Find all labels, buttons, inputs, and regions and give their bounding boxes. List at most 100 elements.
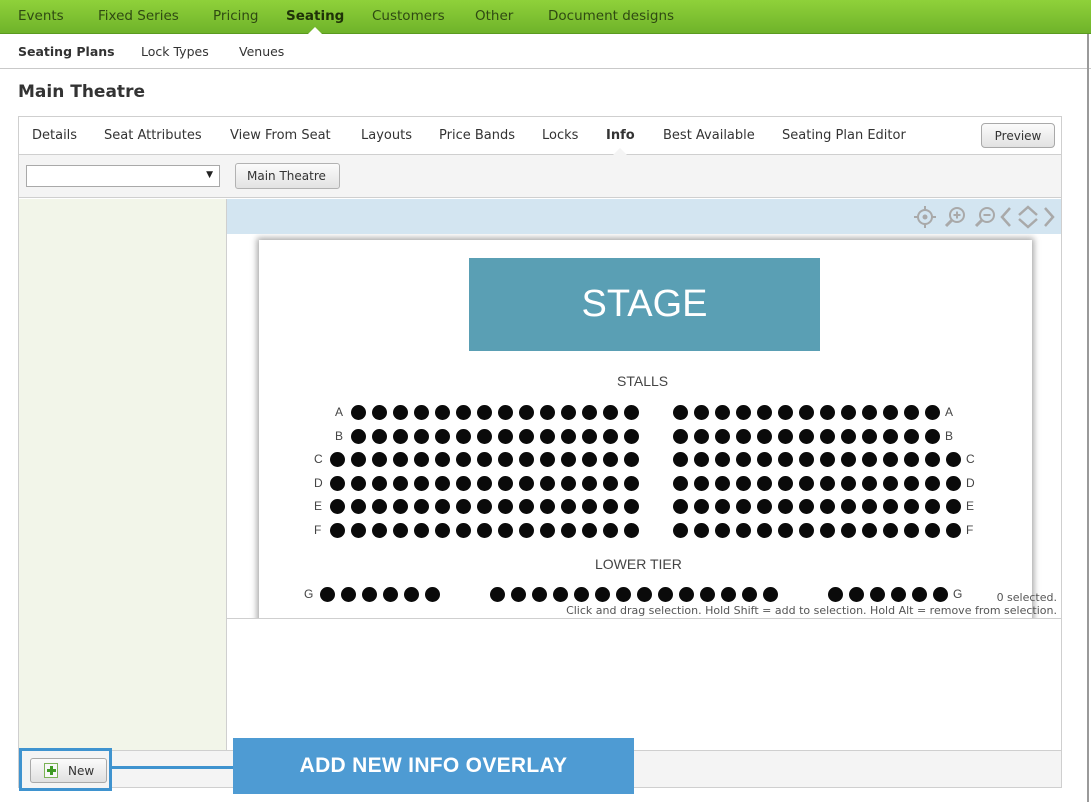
seat[interactable] bbox=[435, 523, 450, 538]
seat[interactable] bbox=[849, 587, 864, 602]
seat[interactable] bbox=[736, 499, 751, 515]
seat[interactable] bbox=[511, 587, 526, 602]
topnav-pricing[interactable]: Pricing bbox=[213, 8, 259, 24]
seat[interactable] bbox=[435, 405, 450, 420]
seat[interactable] bbox=[561, 523, 576, 538]
seat[interactable] bbox=[582, 428, 597, 444]
seat[interactable] bbox=[799, 452, 814, 468]
seat[interactable] bbox=[603, 523, 618, 538]
seat[interactable] bbox=[862, 475, 877, 491]
seat[interactable] bbox=[582, 499, 597, 515]
seat[interactable] bbox=[341, 587, 356, 602]
seat[interactable] bbox=[673, 499, 688, 515]
seat[interactable] bbox=[757, 405, 772, 420]
seat[interactable] bbox=[841, 405, 856, 420]
seat[interactable] bbox=[616, 587, 631, 602]
seat[interactable] bbox=[351, 428, 366, 444]
seat[interactable] bbox=[519, 405, 534, 420]
seat[interactable] bbox=[658, 587, 673, 602]
seat[interactable] bbox=[519, 452, 534, 468]
seat[interactable] bbox=[904, 499, 919, 515]
seat[interactable] bbox=[778, 452, 793, 468]
seat[interactable] bbox=[778, 499, 793, 515]
seat[interactable] bbox=[757, 523, 772, 538]
tab-layouts[interactable]: Layouts bbox=[361, 128, 412, 143]
seat[interactable] bbox=[778, 428, 793, 444]
seat[interactable] bbox=[414, 428, 429, 444]
seat[interactable] bbox=[841, 523, 856, 538]
seat[interactable] bbox=[624, 475, 639, 491]
seat[interactable] bbox=[603, 499, 618, 515]
seat[interactable] bbox=[477, 405, 492, 420]
seat[interactable] bbox=[393, 452, 408, 468]
info-select[interactable]: ▼ bbox=[26, 165, 220, 187]
seat[interactable] bbox=[393, 499, 408, 515]
topnav-other[interactable]: Other bbox=[475, 8, 513, 24]
seat[interactable] bbox=[673, 405, 688, 420]
seat[interactable] bbox=[912, 587, 927, 602]
tab-info[interactable]: Info bbox=[606, 128, 635, 143]
seat[interactable] bbox=[320, 587, 335, 602]
seat[interactable] bbox=[862, 452, 877, 468]
seat[interactable] bbox=[425, 587, 440, 602]
seat[interactable] bbox=[736, 452, 751, 468]
seat[interactable] bbox=[946, 452, 961, 468]
seat[interactable] bbox=[925, 428, 940, 444]
seat[interactable] bbox=[404, 587, 419, 602]
seat[interactable] bbox=[883, 523, 898, 538]
seat[interactable] bbox=[540, 499, 555, 515]
seat[interactable] bbox=[862, 428, 877, 444]
preview-button[interactable]: Preview bbox=[981, 123, 1055, 148]
seat[interactable] bbox=[946, 499, 961, 515]
zoom-out-icon[interactable] bbox=[973, 205, 997, 229]
seat[interactable] bbox=[330, 475, 345, 491]
seat[interactable] bbox=[540, 523, 555, 538]
seat[interactable] bbox=[694, 452, 709, 468]
seat[interactable] bbox=[561, 499, 576, 515]
seat[interactable] bbox=[414, 523, 429, 538]
seat[interactable] bbox=[736, 523, 751, 538]
seat[interactable] bbox=[736, 428, 751, 444]
seat[interactable] bbox=[435, 475, 450, 491]
seat[interactable] bbox=[925, 405, 940, 420]
seat[interactable] bbox=[820, 523, 835, 538]
seat[interactable] bbox=[883, 475, 898, 491]
main-theatre-button[interactable]: Main Theatre bbox=[235, 163, 340, 189]
topnav-document-designs[interactable]: Document designs bbox=[548, 8, 674, 24]
seat[interactable] bbox=[540, 428, 555, 444]
locate-icon[interactable] bbox=[913, 205, 937, 229]
seat[interactable] bbox=[694, 405, 709, 420]
seat[interactable] bbox=[721, 587, 736, 602]
seat[interactable] bbox=[820, 452, 835, 468]
seat[interactable] bbox=[362, 587, 377, 602]
topnav-fixed-series[interactable]: Fixed Series bbox=[98, 8, 179, 24]
seat[interactable] bbox=[904, 405, 919, 420]
seat[interactable] bbox=[477, 499, 492, 515]
seat[interactable] bbox=[715, 452, 730, 468]
seat[interactable] bbox=[742, 587, 757, 602]
seat[interactable] bbox=[603, 475, 618, 491]
seat[interactable] bbox=[603, 405, 618, 420]
seat[interactable] bbox=[540, 452, 555, 468]
seat[interactable] bbox=[435, 452, 450, 468]
seat[interactable] bbox=[862, 405, 877, 420]
seat[interactable] bbox=[456, 452, 471, 468]
seat[interactable] bbox=[736, 405, 751, 420]
seat[interactable] bbox=[799, 405, 814, 420]
seat[interactable] bbox=[883, 499, 898, 515]
seat[interactable] bbox=[351, 499, 366, 515]
seat[interactable] bbox=[372, 452, 387, 468]
seat[interactable] bbox=[624, 405, 639, 420]
pan-right-icon[interactable] bbox=[1042, 205, 1056, 229]
subnav-lock-types[interactable]: Lock Types bbox=[141, 44, 209, 59]
seat[interactable] bbox=[519, 499, 534, 515]
seat[interactable] bbox=[582, 452, 597, 468]
seat[interactable] bbox=[574, 587, 589, 602]
seat[interactable] bbox=[393, 523, 408, 538]
pan-up-down-icon[interactable] bbox=[1016, 205, 1040, 229]
zoom-in-icon[interactable] bbox=[943, 205, 967, 229]
seat[interactable] bbox=[393, 405, 408, 420]
seat[interactable] bbox=[372, 405, 387, 420]
seat[interactable] bbox=[456, 499, 471, 515]
seat[interactable] bbox=[456, 405, 471, 420]
